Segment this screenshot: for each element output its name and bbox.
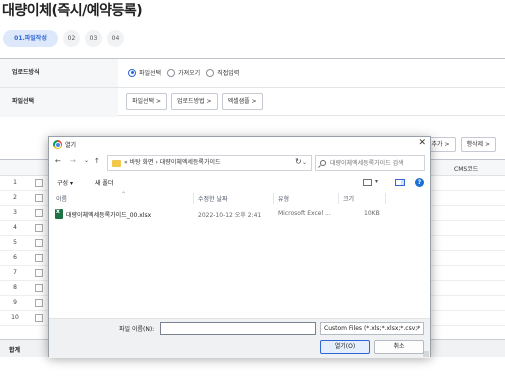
row-number: 5 — [13, 239, 17, 246]
upload-method-row: 업로드방식 파일선택 가져오기 직접입력 — [0, 59, 505, 88]
dialog-title: 열기 — [65, 142, 77, 149]
dialog-nav-row: ← → ⌄ ↑ « 바탕 화면 › 대량이체엑세등록가이드 ⌄ ↻ — [49, 154, 430, 172]
file-size: 10KB — [364, 210, 380, 217]
row-number: 10 — [11, 314, 19, 321]
chevron-down-icon[interactable]: ⌄ — [416, 323, 420, 334]
column-divider[interactable] — [273, 193, 274, 204]
address-path[interactable]: « 바탕 화면 › 대량이체엑세등록가이드 — [124, 156, 221, 170]
up-arrow-icon[interactable]: ↑ — [94, 157, 100, 165]
step-indicator: 01.파일작성 02 03 04 — [3, 30, 124, 48]
column-divider[interactable] — [385, 193, 386, 204]
close-icon[interactable]: ✕ — [418, 138, 426, 148]
step-4[interactable]: 04 — [107, 30, 124, 47]
file-type-filter[interactable]: Custom Files (*.xls;*.xlsx;*.csv;* ⌄ — [320, 322, 424, 335]
radio-label: 직접입력 — [217, 70, 240, 77]
radio-unselected-icon[interactable] — [206, 68, 215, 77]
radio-file-select[interactable]: 파일선택 — [128, 68, 161, 77]
upload-method-radios: 파일선택 가져오기 직접입력 — [128, 68, 239, 77]
refresh-icon[interactable]: ↻ — [295, 157, 302, 166]
total-label: 합계 — [9, 347, 21, 354]
file-type-filter-value: Custom Files (*.xls;*.xlsx;*.csv;* — [324, 325, 421, 332]
file-open-dialog: 열기 ✕ ← → ⌄ ↑ « 바탕 화면 › 대량이체엑세등록가이드 ⌄ ↻ 구… — [48, 136, 431, 358]
row-checkbox[interactable] — [35, 194, 43, 202]
upload-method-button[interactable]: 업로드방법 > — [171, 93, 218, 110]
file-select-button[interactable]: 파일선택 > — [126, 93, 168, 110]
back-arrow-icon[interactable]: ← — [55, 157, 61, 165]
grid-action-buttons: 행추가 > 행삭제 > — [420, 137, 496, 152]
organize-button[interactable]: 구성 ▾ — [57, 178, 73, 187]
radio-selected-icon[interactable] — [128, 68, 136, 77]
column-type[interactable]: 유형 — [278, 194, 289, 203]
file-select-label: 파일선택 — [0, 88, 118, 117]
cms-code-header: CMS코드 — [454, 166, 479, 173]
row-checkbox[interactable] — [35, 254, 43, 262]
column-size[interactable]: 크기 — [343, 194, 354, 203]
row-number: 6 — [13, 254, 17, 261]
open-button[interactable]: 열기(O) — [320, 340, 370, 354]
column-modified[interactable]: 수정한 날짜 — [198, 194, 228, 203]
step-2[interactable]: 02 — [63, 30, 80, 47]
file-modified: 2022-10-12 오후 2:41 — [198, 212, 262, 219]
row-number: 1 — [13, 179, 17, 186]
chrome-icon — [53, 140, 62, 149]
dialog-titlebar: 열기 ✕ — [49, 137, 430, 152]
row-number: 9 — [13, 299, 17, 306]
excel-file-icon — [55, 208, 63, 219]
folder-icon — [112, 160, 121, 167]
search-icon — [320, 160, 326, 166]
dialog-footer: 파일 이름(N): Custom Files (*.xls;*.xlsx;*.c… — [49, 318, 430, 358]
radio-direct-input[interactable]: 직접입력 — [206, 68, 239, 77]
view-dropdown-icon[interactable]: ▾ — [375, 178, 378, 185]
row-checkbox[interactable] — [35, 284, 43, 292]
row-checkbox[interactable] — [35, 209, 43, 217]
filename-label: 파일 이름(N): — [119, 326, 155, 333]
radio-label: 파일선택 — [139, 70, 162, 77]
filename-input[interactable] — [160, 322, 316, 335]
help-icon[interactable]: ? — [415, 178, 424, 187]
row-checkbox[interactable] — [35, 239, 43, 247]
recent-dropdown-icon[interactable]: ⌄ — [84, 157, 89, 164]
preview-pane-icon[interactable] — [395, 179, 405, 186]
row-number: 4 — [13, 224, 17, 231]
row-checkbox[interactable] — [35, 179, 43, 187]
file-name[interactable]: 대량이체엑세등록가이드_00.xlsx — [66, 210, 151, 219]
column-name[interactable]: 이름 — [56, 194, 67, 203]
view-options-icon[interactable] — [363, 179, 372, 186]
row-number: 2 — [13, 194, 17, 201]
sort-ascending-icon: ⌃ — [121, 191, 127, 198]
address-bar[interactable]: « 바탕 화면 › 대량이체엑세등록가이드 ⌄ — [107, 155, 312, 171]
search-input[interactable] — [330, 156, 424, 170]
step-3[interactable]: 03 — [85, 30, 102, 47]
file-select-row: 파일선택 파일선택 > 업로드방법 > 엑셀샘플 > — [0, 88, 505, 117]
radio-label: 가져오기 — [178, 70, 201, 77]
upload-method-label: 업로드방식 — [0, 59, 118, 87]
address-dropdown-icon[interactable]: ⌄ — [302, 156, 307, 170]
step-1[interactable]: 01.파일작성 — [3, 30, 58, 47]
delete-row-button[interactable]: 행삭제 > — [460, 137, 496, 152]
new-folder-button[interactable]: 새 폴더 — [95, 178, 113, 187]
file-type: Microsoft Excel ... — [278, 210, 331, 217]
row-checkbox[interactable] — [35, 224, 43, 232]
column-divider[interactable] — [193, 193, 194, 204]
search-box[interactable] — [315, 155, 425, 171]
radio-unselected-icon[interactable] — [167, 68, 176, 77]
upload-form: 업로드방식 파일선택 가져오기 직접입력 파일선택 파일선택 > 업로드방법 >… — [0, 58, 505, 117]
excel-sample-button[interactable]: 엑셀샘플 > — [221, 93, 263, 110]
row-number: 7 — [13, 269, 17, 276]
dialog-toolbar: 구성 ▾ 새 폴더 ▾ ? — [49, 175, 430, 191]
row-checkbox[interactable] — [35, 314, 43, 322]
file-buttons: 파일선택 > 업로드방법 > 엑셀샘플 > — [126, 93, 263, 110]
file-list-headers: ⌃ 이름 수정한 날짜 유형 크기 — [49, 191, 430, 206]
resize-grip-icon[interactable] — [423, 351, 429, 357]
forward-arrow-icon[interactable]: → — [70, 157, 76, 165]
row-checkbox[interactable] — [35, 299, 43, 307]
page-title: 대량이체(즉시/예약등록) — [2, 3, 143, 19]
column-divider[interactable] — [338, 193, 339, 204]
cancel-button[interactable]: 취소 — [374, 340, 424, 354]
row-number: 8 — [13, 284, 17, 291]
radio-import[interactable]: 가져오기 — [167, 68, 200, 77]
row-number: 3 — [13, 209, 17, 216]
row-checkbox[interactable] — [35, 269, 43, 277]
file-list-item[interactable]: 대량이체엑세등록가이드_00.xlsx 2022-10-12 오후 2:41 M… — [55, 208, 390, 221]
